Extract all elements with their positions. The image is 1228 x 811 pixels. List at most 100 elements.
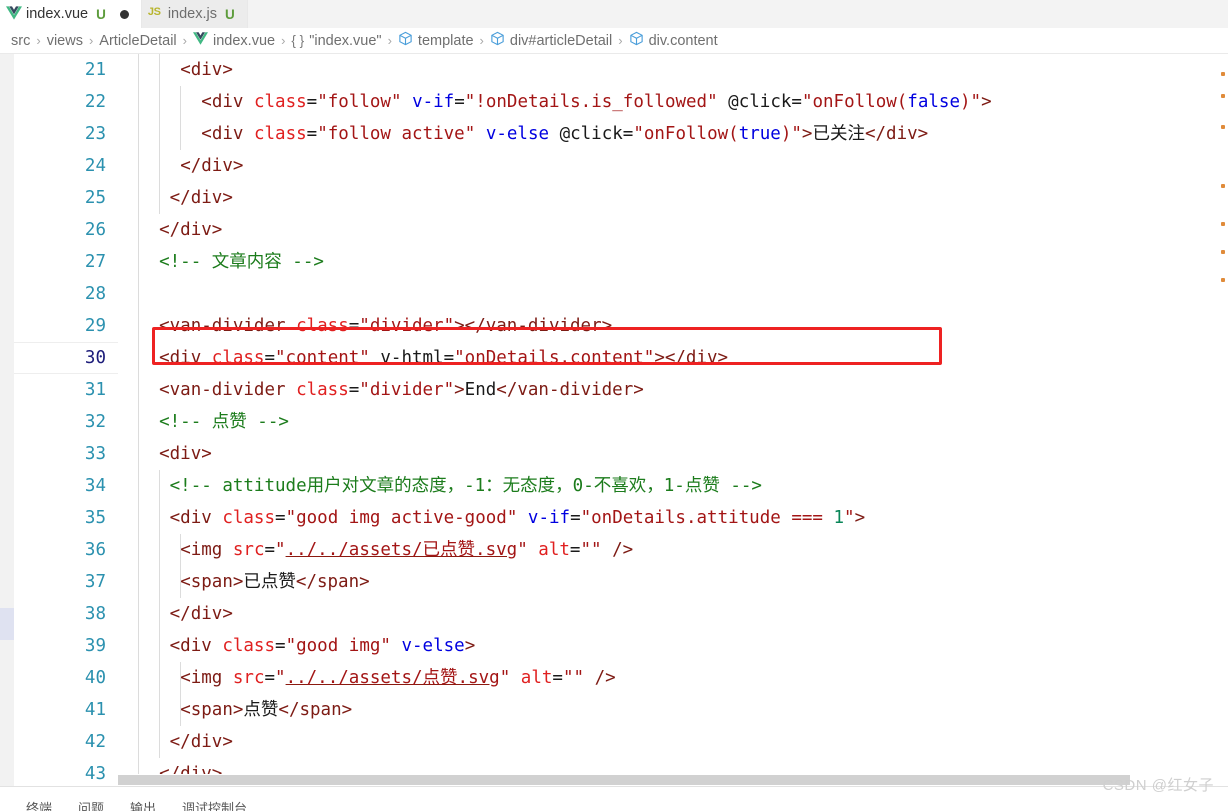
code-tokens: <span>已点赞</span> xyxy=(138,572,369,592)
code-line[interactable]: <!-- attitude用户对文章的态度，-1：无态度，0-不喜欢，1-点赞 … xyxy=(118,470,762,502)
line-number[interactable]: 39 xyxy=(16,630,106,662)
line-number[interactable]: 42 xyxy=(16,726,106,758)
indent-guide xyxy=(138,630,139,662)
code-line[interactable]: <van-divider class="divider">End</van-di… xyxy=(118,374,644,406)
code-token-tag: <span> xyxy=(180,700,244,720)
indent-guide xyxy=(159,502,161,534)
line-number[interactable]: 38 xyxy=(16,598,106,630)
code-line[interactable]: <van-divider class="divider"></van-divid… xyxy=(118,310,612,342)
code-line[interactable]: <img src="../../assets/已点赞.svg" alt="" /… xyxy=(118,534,633,566)
line-number[interactable]: 33 xyxy=(16,438,106,470)
line-number[interactable]: 37 xyxy=(16,566,106,598)
breadcrumb-item-div-articledetail[interactable]: div#articleDetail xyxy=(489,31,613,50)
line-number[interactable]: 32 xyxy=(16,406,106,438)
breadcrumb-item-index-vue[interactable]: index.vue xyxy=(192,32,276,49)
line-number[interactable]: 34 xyxy=(16,470,106,502)
code-token-link[interactable]: ../../assets/已点赞.svg xyxy=(286,540,518,560)
line-number[interactable]: 43 xyxy=(16,758,106,786)
breadcrumb-item-articledetail[interactable]: ArticleDetail xyxy=(98,33,177,49)
line-number[interactable]: 27 xyxy=(16,246,106,278)
symbol-cube-icon xyxy=(398,31,413,50)
code-line[interactable]: </div> xyxy=(118,726,233,758)
code-token-tag: <div xyxy=(159,348,212,368)
horizontal-scrollbar-thumb[interactable] xyxy=(118,775,1130,785)
line-number[interactable]: 23 xyxy=(16,118,106,150)
code-line[interactable] xyxy=(118,278,159,310)
left-overview-ruler[interactable] xyxy=(0,54,14,786)
code-editor[interactable]: 21 22 23 24 25 26 27 28 29 30 31 32 33 34 35 36 37 38 39 40… xyxy=(0,54,1228,786)
panel-tab-调试控制台[interactable]: 调试控制台 xyxy=(182,796,247,811)
code-token-plain: = xyxy=(264,540,276,560)
line-number[interactable]: 21 xyxy=(16,54,106,86)
code-token-str: "good img active-good" xyxy=(285,508,518,528)
line-number[interactable]: 28 xyxy=(16,278,106,310)
code-line[interactable]: <div class="good img active-good" v-if="… xyxy=(118,502,865,534)
code-token-tag: <div xyxy=(169,508,223,528)
code-token-num: 1 xyxy=(833,508,845,528)
breadcrumb-item-template[interactable]: template xyxy=(397,31,475,50)
editor-tab-index-js[interactable]: JS index.js U xyxy=(141,0,248,28)
code-line[interactable]: </div> xyxy=(118,150,243,182)
code-content[interactable]: <div> <div class="follow" v-if="!onDetail… xyxy=(118,54,1228,786)
code-tokens: <!-- 文章内容 --> xyxy=(138,252,324,272)
indent-guide xyxy=(159,182,161,214)
code-line[interactable]: </div> xyxy=(118,598,233,630)
panel-tab-问题[interactable]: 问题 xyxy=(78,796,104,811)
line-number[interactable]: 35 xyxy=(16,502,106,534)
line-number[interactable]: 26 xyxy=(16,214,106,246)
breadcrumb-item-views[interactable]: views xyxy=(46,33,84,49)
panel-tab-输出[interactable]: 输出 xyxy=(130,796,156,811)
overview-selection-marker xyxy=(0,608,14,640)
code-tokens: <div class="follow active" v-else @click… xyxy=(138,124,928,144)
code-line[interactable]: <div> xyxy=(118,54,233,86)
code-line[interactable]: <span>已点赞</span> xyxy=(118,566,370,598)
code-line[interactable]: <div class="good img" v-else> xyxy=(118,630,475,662)
line-number[interactable]: 41 xyxy=(16,694,106,726)
right-overview-ruler[interactable] xyxy=(1214,54,1228,786)
panel-tab-终端[interactable]: 终端 xyxy=(26,796,52,811)
indent-guide xyxy=(138,502,139,534)
code-line[interactable]: <div class="follow active" v-else @click… xyxy=(118,118,928,150)
code-line[interactable]: <div> xyxy=(118,438,212,470)
indent-guide xyxy=(180,566,182,598)
breadcrumb-item-div-content[interactable]: div.content xyxy=(628,31,719,50)
line-number[interactable]: 29 xyxy=(16,310,106,342)
code-line[interactable]: <!-- 文章内容 --> xyxy=(118,246,324,278)
code-line[interactable]: <img src="../../assets/点赞.svg" alt="" /> xyxy=(118,662,616,694)
code-token-str: "onFollow( xyxy=(801,92,908,112)
breadcrumb-item-index-vue[interactable]: { } "index.vue" xyxy=(290,33,382,49)
code-tokens: <div class="content" v-html="onDetails.c… xyxy=(138,348,728,368)
code-token-tag: <div xyxy=(169,636,223,656)
line-number[interactable]: 22 xyxy=(16,86,106,118)
code-tokens: </div> xyxy=(138,188,233,208)
code-tokens: <div class="good img active-good" v-if="… xyxy=(138,508,865,528)
line-number[interactable]: 25 xyxy=(16,182,106,214)
editor-tab-index-vue[interactable]: index.vue U xyxy=(0,0,142,28)
code-token-link[interactable]: ../../assets/点赞.svg xyxy=(286,668,500,688)
breadcrumb-item-src[interactable]: src xyxy=(10,33,31,49)
line-number-gutter[interactable]: 21 22 23 24 25 26 27 28 29 30 31 32 33 34 35 36 37 38 39 40… xyxy=(14,54,118,786)
code-line[interactable]: <span>点赞</span> xyxy=(118,694,352,726)
code-line[interactable]: </div> xyxy=(118,214,222,246)
code-tokens: </div> xyxy=(138,604,233,624)
code-token-str: "" xyxy=(562,668,585,688)
code-line[interactable]: </div> xyxy=(118,182,233,214)
editor-tab-bar: index.vue U JS index.js U xyxy=(0,0,1228,28)
code-token-plain: = xyxy=(348,380,360,400)
code-line[interactable]: <div class="follow" v-if="!onDetails.is_… xyxy=(118,86,992,118)
line-number[interactable]: 36 xyxy=(16,534,106,566)
code-token-text: 已点赞 xyxy=(243,572,296,592)
unsaved-changes-dot[interactable] xyxy=(119,9,129,19)
code-token-tag: > xyxy=(981,92,992,112)
horizontal-scrollbar[interactable] xyxy=(118,774,1214,786)
code-token-cmt: <!-- 点赞 --> xyxy=(159,412,289,432)
code-token-attr: class xyxy=(222,636,276,656)
line-number[interactable]: 24 xyxy=(16,150,106,182)
code-line[interactable]: <!-- 点赞 --> xyxy=(118,406,289,438)
line-number[interactable]: 30 xyxy=(16,342,106,374)
code-token-plain: = xyxy=(454,92,465,112)
line-number[interactable]: 31 xyxy=(16,374,106,406)
code-line[interactable]: <div class="content" v-html="onDetails.c… xyxy=(118,342,728,374)
line-number[interactable]: 40 xyxy=(16,662,106,694)
